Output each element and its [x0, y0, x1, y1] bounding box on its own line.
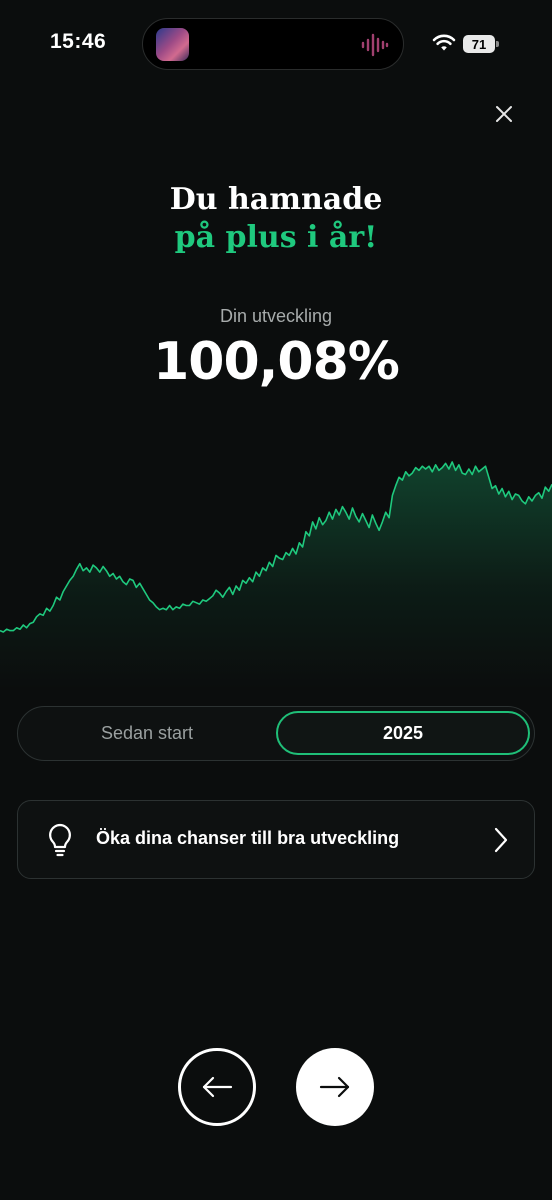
now-playing-artwork	[156, 28, 189, 61]
chevron-right-icon	[494, 827, 508, 853]
headline-line-2: på plus i år!	[174, 220, 378, 255]
development-label: Din utveckling	[219, 306, 333, 326]
performance-chart	[0, 461, 552, 690]
headline-line-1: Du hamnade	[169, 182, 383, 217]
close-icon[interactable]	[490, 100, 518, 128]
tip-text: Öka dina chanser till bra utveckling	[96, 828, 400, 848]
tip-card[interactable]: Öka dina chanser till bra utveckling	[17, 800, 535, 879]
chart-area-fill	[0, 462, 552, 690]
period-segmented-control: Sedan start 2025	[17, 706, 535, 761]
arrow-left-icon	[202, 1076, 233, 1098]
next-button[interactable]	[296, 1048, 374, 1126]
battery-indicator: 71	[463, 35, 495, 53]
dynamic-island[interactable]	[142, 18, 404, 70]
development-value: 100,08%	[153, 332, 400, 392]
back-button[interactable]	[178, 1048, 256, 1126]
audio-waveform-icon	[361, 33, 389, 57]
wifi-icon	[432, 34, 456, 51]
status-time: 15:46	[50, 30, 107, 53]
battery-tip	[496, 41, 499, 47]
lightbulb-icon	[49, 823, 71, 857]
segment-2025[interactable]: 2025	[276, 711, 530, 755]
segment-since-start[interactable]: Sedan start	[18, 707, 276, 760]
arrow-right-icon	[319, 1076, 350, 1098]
